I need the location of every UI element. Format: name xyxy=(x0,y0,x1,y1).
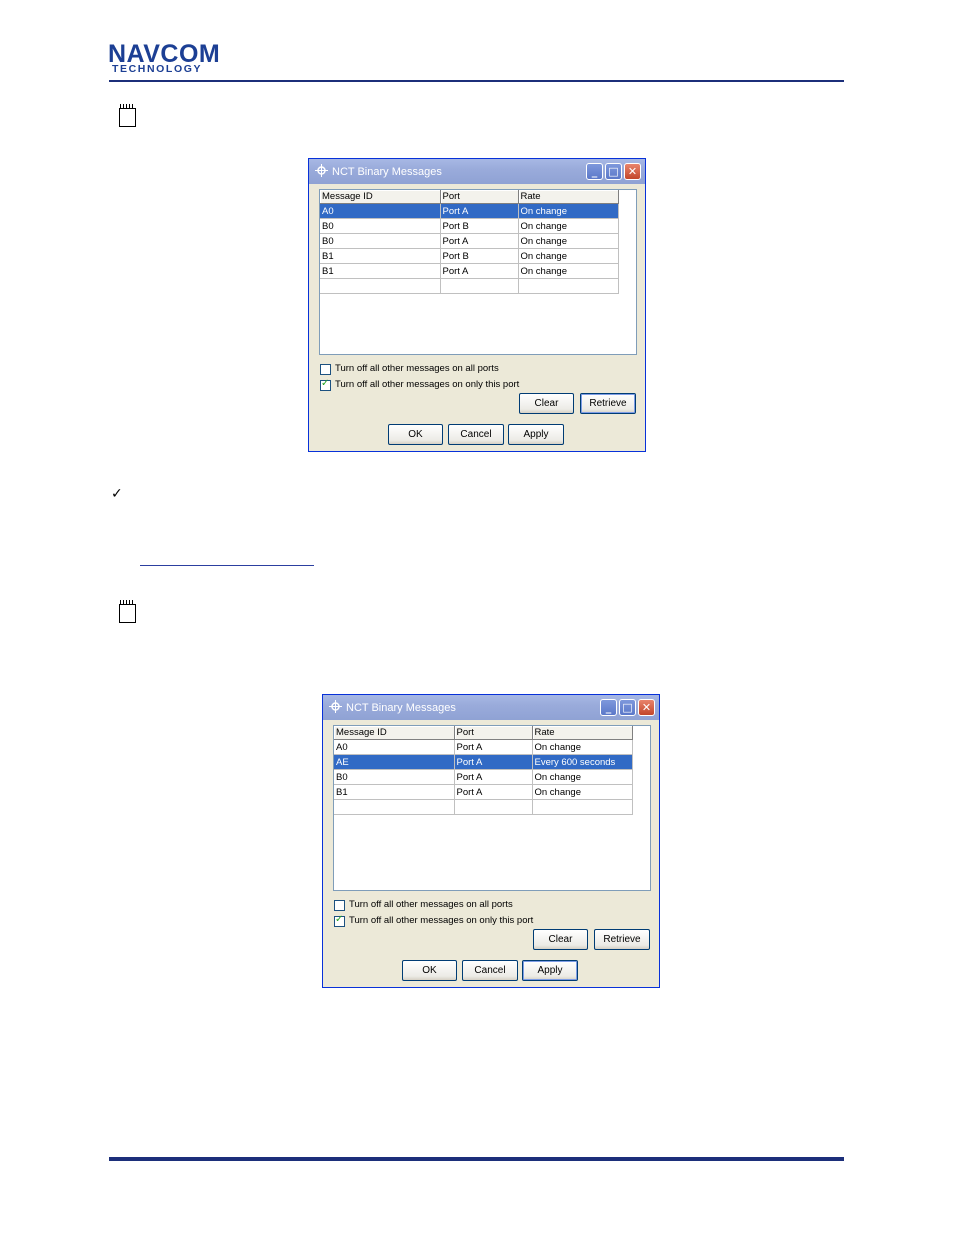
checkmark-icon: ✓ xyxy=(111,486,123,502)
cell-port: Port B xyxy=(440,248,519,264)
footer-rule xyxy=(109,1157,844,1161)
checkbox-box[interactable] xyxy=(320,364,331,375)
cell-message-id: B0 xyxy=(320,218,441,234)
checkbox-label: Turn off all other messages on only this… xyxy=(349,915,534,926)
apply-button[interactable]: Apply xyxy=(508,424,564,445)
notepad-icon xyxy=(118,600,136,623)
column-header-port[interactable]: Port xyxy=(454,726,533,740)
cell-message-id: B0 xyxy=(320,233,441,249)
retrieve-button[interactable]: Retrieve xyxy=(580,393,636,414)
cell-rate: On change xyxy=(518,263,619,279)
checkbox-label: Turn off all other messages on only this… xyxy=(335,379,520,390)
cell-port: Port A xyxy=(454,739,533,755)
satellite-icon xyxy=(329,700,342,713)
checkbox-box[interactable] xyxy=(334,900,345,911)
dialog-title: NCT Binary Messages xyxy=(332,166,442,178)
cell-message-id: A0 xyxy=(334,739,455,755)
table-row-empty[interactable] xyxy=(334,799,633,815)
table-row[interactable]: B1 Port B On change xyxy=(320,248,619,264)
message-table: Message ID Port Rate A0 Port A On change… xyxy=(334,726,633,815)
hyperlink-underline[interactable] xyxy=(140,565,314,566)
column-header-port[interactable]: Port xyxy=(440,190,519,204)
apply-button[interactable]: Apply xyxy=(522,960,578,981)
message-list[interactable]: Message ID Port Rate A0 Port A On change… xyxy=(319,189,637,355)
close-button[interactable]: ✕ xyxy=(638,699,655,716)
notepad-icon xyxy=(118,104,136,127)
cell-port: Port A xyxy=(454,784,533,800)
cancel-button[interactable]: Cancel xyxy=(462,960,518,981)
table-row[interactable]: A0 Port A On change xyxy=(320,203,619,219)
ok-button[interactable]: OK xyxy=(388,424,443,445)
checkbox-label: Turn off all other messages on all ports xyxy=(349,899,513,910)
minimize-button[interactable]: _ xyxy=(586,163,603,180)
column-header-message-id[interactable]: Message ID xyxy=(334,726,455,740)
cell-port: Port A xyxy=(454,769,533,785)
cell-rate: On change xyxy=(518,218,619,234)
check-icon: ✓ xyxy=(335,914,344,925)
table-row-empty[interactable] xyxy=(320,278,619,294)
cell-message-id: B1 xyxy=(334,784,455,800)
title-bar[interactable]: NCT Binary Messages _ □ ✕ xyxy=(323,695,659,720)
column-header-rate[interactable]: Rate xyxy=(532,726,633,740)
message-list[interactable]: Message ID Port Rate A0 Port A On change… xyxy=(333,725,651,891)
cell-message-id: B1 xyxy=(320,263,441,279)
table-row[interactable]: B1 Port A On change xyxy=(320,263,619,279)
cell-rate: On change xyxy=(532,784,633,800)
cell-rate: On change xyxy=(532,769,633,785)
cell-message-id: B0 xyxy=(334,769,455,785)
checkbox-box[interactable]: ✓ xyxy=(334,914,345,927)
table-row[interactable]: A0 Port A On change xyxy=(334,739,633,755)
dialog-title: NCT Binary Messages xyxy=(346,702,456,714)
cell-message-id: A0 xyxy=(320,203,441,219)
cell-rate: On change xyxy=(518,203,619,219)
retrieve-button[interactable]: Retrieve xyxy=(594,929,650,950)
cell-rate: On change xyxy=(532,739,633,755)
cell-rate: Every 600 seconds xyxy=(532,754,633,770)
table-row[interactable]: AE Port A Every 600 seconds xyxy=(334,754,633,770)
cell-port: Port A xyxy=(440,203,519,219)
minimize-button[interactable]: _ xyxy=(600,699,617,716)
maximize-button[interactable]: □ xyxy=(605,163,622,180)
maximize-button[interactable]: □ xyxy=(619,699,636,716)
checkbox-box[interactable]: ✓ xyxy=(320,378,331,391)
ok-button[interactable]: OK xyxy=(402,960,457,981)
column-header-rate[interactable]: Rate xyxy=(518,190,619,204)
check-icon: ✓ xyxy=(321,378,330,389)
clear-button[interactable]: Clear xyxy=(533,929,588,950)
cell-port: Port A xyxy=(454,754,533,770)
table-row[interactable]: B0 Port A On change xyxy=(334,769,633,785)
nct-binary-messages-dialog-1: NCT Binary Messages _ □ ✕ Message ID Por… xyxy=(308,158,646,452)
cancel-button[interactable]: Cancel xyxy=(448,424,504,445)
table-row[interactable]: B0 Port A On change xyxy=(320,233,619,249)
title-bar[interactable]: NCT Binary Messages _ □ ✕ xyxy=(309,159,645,184)
cell-port: Port B xyxy=(440,218,519,234)
cell-port: Port A xyxy=(440,233,519,249)
checkbox-label: Turn off all other messages on all ports xyxy=(335,363,499,374)
cell-port: Port A xyxy=(440,263,519,279)
navcom-logo: NAVCOM TECHNOLOGY xyxy=(108,42,220,75)
cell-rate: On change xyxy=(518,233,619,249)
column-header-message-id[interactable]: Message ID xyxy=(320,190,441,204)
clear-button[interactable]: Clear xyxy=(519,393,574,414)
header-rule xyxy=(109,80,844,82)
close-button[interactable]: ✕ xyxy=(624,163,641,180)
satellite-icon xyxy=(315,164,328,177)
table-row[interactable]: B1 Port A On change xyxy=(334,784,633,800)
table-row[interactable]: B0 Port B On change xyxy=(320,218,619,234)
message-table: Message ID Port Rate A0 Port A On change… xyxy=(320,190,619,294)
cell-message-id: AE xyxy=(334,754,455,770)
cell-message-id: B1 xyxy=(320,248,441,264)
cell-rate: On change xyxy=(518,248,619,264)
nct-binary-messages-dialog-2: NCT Binary Messages _ □ ✕ Message ID Por… xyxy=(322,694,660,988)
